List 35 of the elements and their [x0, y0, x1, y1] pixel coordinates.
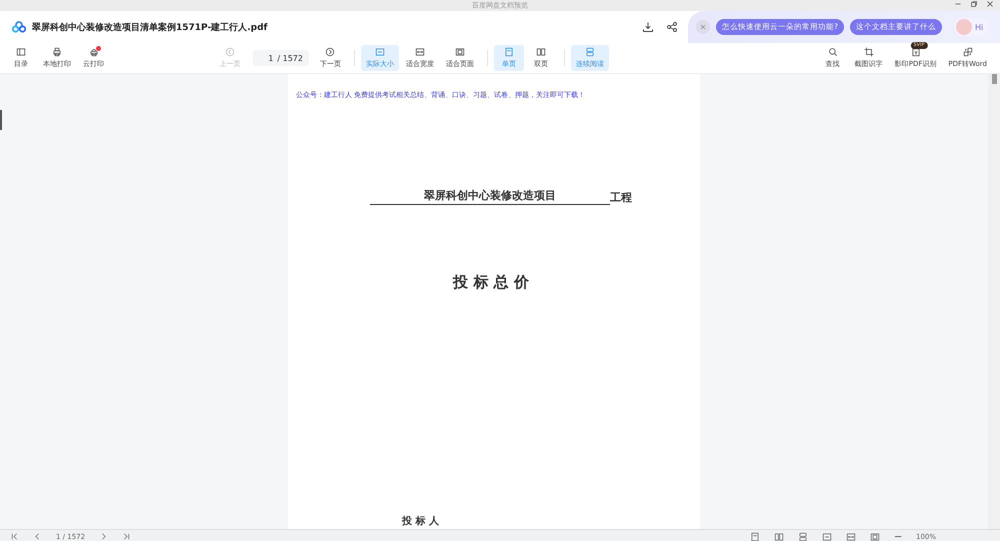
- share-icon: [666, 21, 678, 33]
- cloud-logo-icon: [12, 21, 26, 33]
- crop-icon: [862, 47, 876, 57]
- sidebar-icon: [14, 47, 28, 57]
- fit-width-button[interactable]: [846, 532, 856, 541]
- single-page-button[interactable]: [750, 532, 760, 541]
- continuous-pages-button[interactable]: [798, 532, 808, 541]
- last-page-button[interactable]: [122, 532, 132, 541]
- double-page-button[interactable]: [774, 532, 784, 541]
- scrollbar-thumb[interactable]: [992, 74, 996, 84]
- close-icon: [986, 0, 994, 8]
- last-page-icon: [122, 532, 132, 541]
- share-button[interactable]: [664, 19, 680, 35]
- double-page-icon: [774, 532, 784, 541]
- zoom-out-button[interactable]: −: [894, 529, 902, 541]
- first-page-icon: [10, 532, 19, 541]
- continuous-pages-icon: [798, 532, 808, 541]
- file-name: 翠屏科创中心装修改造项目清单案例1571P-建工行人.pdf: [32, 21, 268, 34]
- fit-page-icon: [870, 532, 880, 541]
- page-total: / 1572: [277, 54, 303, 62]
- restore-icon: [970, 0, 978, 8]
- text-cursor: [0, 110, 2, 130]
- first-page-button[interactable]: [10, 532, 19, 541]
- actual-size-button[interactable]: [822, 532, 832, 541]
- project-suffix: 工程: [610, 190, 632, 205]
- project-name: 翠屏科创中心装修改造项目: [370, 188, 610, 205]
- bidder-label: 投 标 人: [402, 516, 439, 527]
- fit-width-icon: [846, 532, 856, 541]
- fit-page-button[interactable]: [870, 532, 880, 541]
- actual-size-icon: [822, 532, 832, 541]
- download-icon: [642, 21, 654, 33]
- single-page-icon: [750, 532, 760, 541]
- close-icon: [699, 23, 707, 31]
- document-heading: 投 标 总 价: [452, 273, 530, 292]
- avatar-icon: [956, 19, 972, 35]
